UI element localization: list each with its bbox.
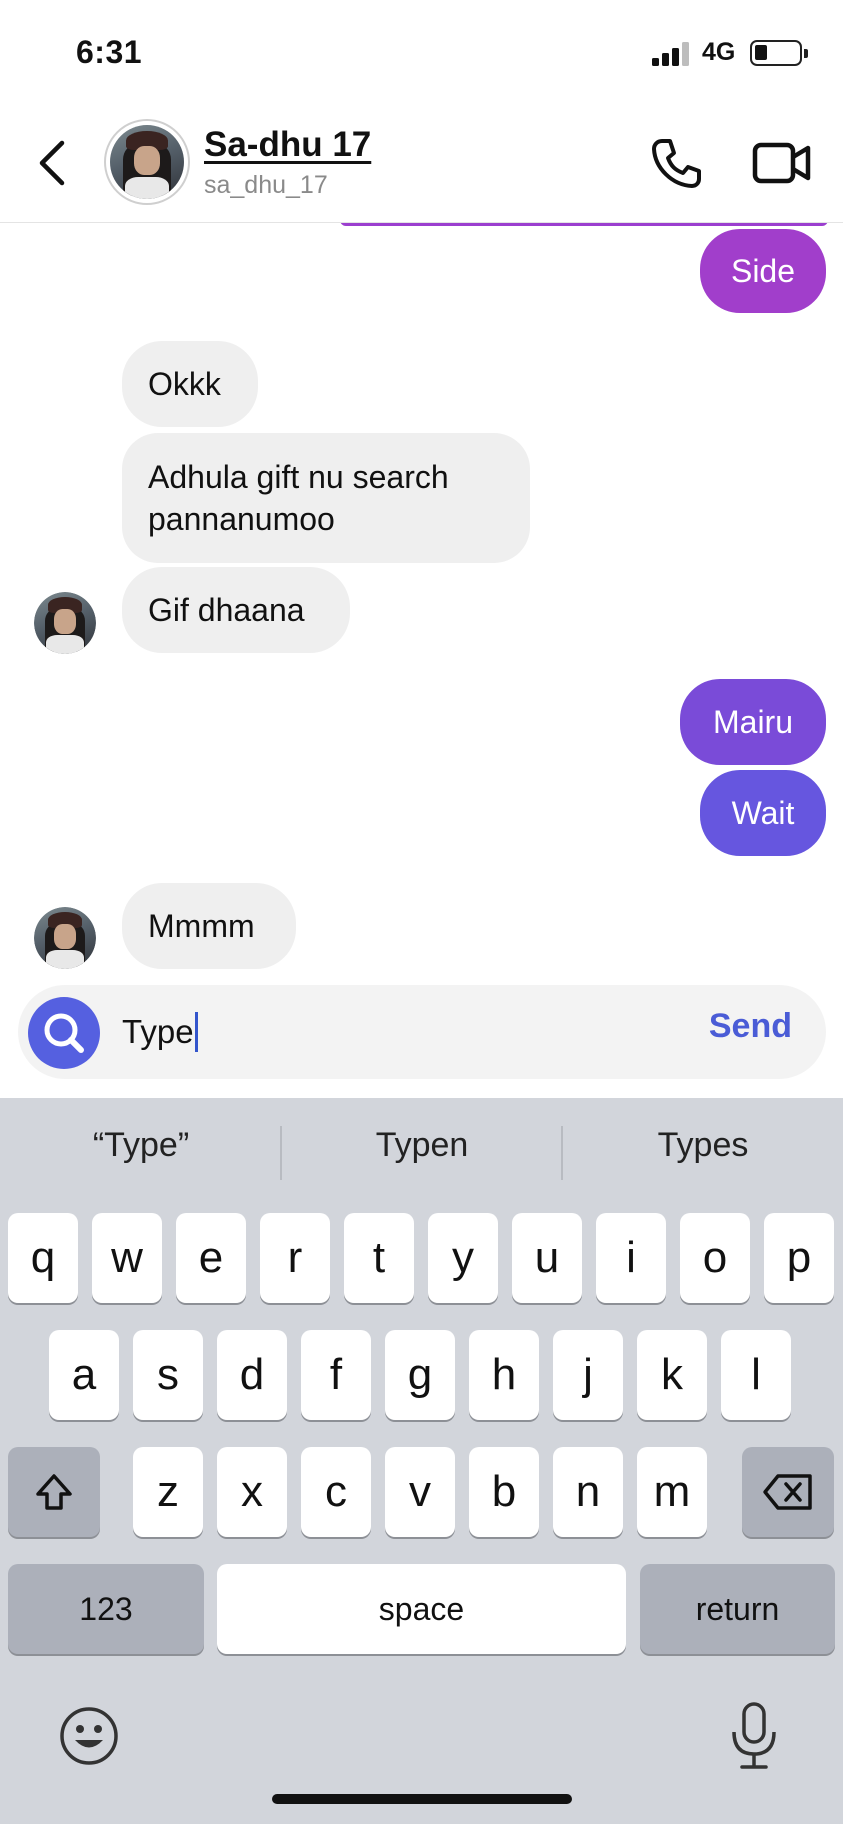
key-x[interactable]: x [217, 1447, 287, 1537]
key-y[interactable]: y [428, 1213, 498, 1303]
microphone-icon [732, 1702, 776, 1769]
backspace-icon [763, 1474, 812, 1510]
phone-icon [652, 139, 701, 188]
text-caret [194, 1012, 198, 1052]
key-a[interactable]: a [49, 1330, 119, 1420]
key-v[interactable]: v [385, 1447, 455, 1537]
key-s[interactable]: s [133, 1330, 203, 1420]
contact-name[interactable]: Sa-dhu 17 [204, 125, 371, 165]
suggestion-item[interactable]: Typen [282, 1126, 562, 1165]
on-screen-keyboard: “Type” Typen Types q w e r t y u i o p a… [0, 1098, 843, 1824]
message-input-text: Type [122, 1013, 194, 1050]
sender-avatar[interactable] [34, 592, 96, 654]
message-bubble-outgoing[interactable]: Wait [700, 770, 826, 856]
space-key[interactable]: space [217, 1564, 626, 1654]
suggestion-item[interactable]: Types [563, 1126, 843, 1165]
shift-icon [36, 1474, 72, 1510]
home-indicator[interactable] [272, 1794, 572, 1804]
battery-icon [750, 40, 808, 66]
message-list[interactable]: Side Okkk Adhula gift nu search pannanum… [0, 220, 843, 983]
back-button[interactable] [30, 133, 76, 193]
key-b[interactable]: b [469, 1447, 539, 1537]
key-p[interactable]: p [764, 1213, 834, 1303]
contact-handle: sa_dhu_17 [204, 171, 328, 199]
suggestion-item[interactable]: “Type” [1, 1126, 281, 1165]
numbers-key[interactable]: 123 [8, 1564, 204, 1654]
message-bubble-outgoing[interactable]: Side [700, 229, 826, 313]
return-key[interactable]: return [640, 1564, 835, 1654]
key-c[interactable]: c [301, 1447, 371, 1537]
message-bubble-incoming[interactable]: Adhula gift nu search pannanumoo [122, 433, 530, 563]
key-t[interactable]: t [344, 1213, 414, 1303]
suggestion-bar: “Type” Typen Types [0, 1098, 843, 1208]
key-k[interactable]: k [637, 1330, 707, 1420]
gif-search-button[interactable] [28, 997, 100, 1069]
key-j[interactable]: j [553, 1330, 623, 1420]
network-label: 4G [702, 38, 736, 66]
key-h[interactable]: h [469, 1330, 539, 1420]
key-e[interactable]: e [176, 1213, 246, 1303]
key-f[interactable]: f [301, 1330, 371, 1420]
chat-header: Sa-dhu 17 sa_dhu_17 [0, 105, 843, 223]
message-bubble-incoming[interactable]: Gif dhaana [122, 567, 350, 653]
key-z[interactable]: z [133, 1447, 203, 1537]
dictation-button[interactable] [726, 1700, 782, 1772]
message-bubble-incoming[interactable]: Okkk [122, 341, 258, 427]
key-w[interactable]: w [92, 1213, 162, 1303]
shift-key[interactable] [8, 1447, 100, 1537]
chevron-left-icon [39, 140, 65, 186]
contact-avatar[interactable] [104, 119, 190, 205]
key-q[interactable]: q [8, 1213, 78, 1303]
search-icon [44, 1013, 84, 1053]
message-input[interactable]: Type [122, 1009, 198, 1055]
signal-icon [652, 42, 692, 66]
emoji-icon [60, 1707, 118, 1765]
sender-avatar[interactable] [34, 907, 96, 969]
key-d[interactable]: d [217, 1330, 287, 1420]
key-r[interactable]: r [260, 1213, 330, 1303]
video-camera-icon [752, 142, 811, 184]
send-button[interactable]: Send [709, 1007, 792, 1046]
key-u[interactable]: u [512, 1213, 582, 1303]
message-bubble-incoming[interactable]: Mmmm [122, 883, 296, 969]
key-o[interactable]: o [680, 1213, 750, 1303]
key-n[interactable]: n [553, 1447, 623, 1537]
key-g[interactable]: g [385, 1330, 455, 1420]
call-button[interactable] [648, 135, 704, 191]
key-m[interactable]: m [637, 1447, 707, 1537]
video-call-button[interactable] [752, 137, 812, 189]
delete-key[interactable] [742, 1447, 834, 1537]
message-composer: Type Send [18, 985, 826, 1079]
status-time: 6:31 [76, 34, 143, 70]
key-i[interactable]: i [596, 1213, 666, 1303]
message-bubble-outgoing[interactable]: Mairu [680, 679, 826, 765]
emoji-button[interactable] [56, 1703, 122, 1769]
key-l[interactable]: l [721, 1330, 791, 1420]
status-bar: 6:31 4G [0, 0, 843, 105]
